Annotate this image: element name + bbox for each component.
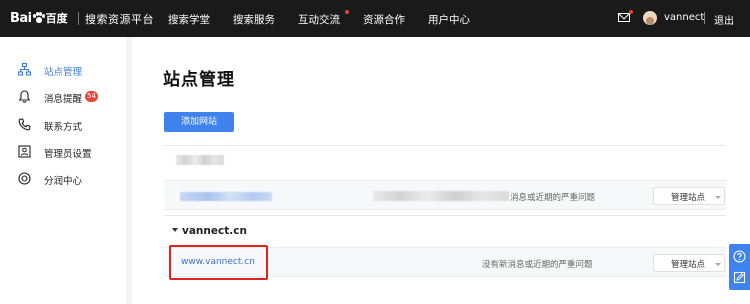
admin-icon (18, 145, 31, 158)
sidebar-item-label: 管理员设置 (44, 149, 92, 160)
manage-site-label: 管理站点 (671, 260, 706, 270)
sidebar-item-admin-settings[interactable]: 管理员设置 (0, 139, 126, 165)
manage-site-dropdown[interactable]: 管理站点 (653, 254, 725, 272)
highlight-annotation (169, 245, 268, 280)
nav-item-resource-cooperation[interactable]: 资源合作 (363, 12, 405, 27)
sidebar-item-label: 消息提醒 (44, 94, 83, 105)
app-title: 搜索资源平台 (85, 13, 154, 26)
feedback-edit-icon[interactable] (733, 271, 746, 284)
username[interactable]: vannect (664, 12, 704, 23)
site-message: 消息或近期的严重问题 (510, 193, 596, 203)
baidu-logo[interactable]: Bai 百度 (10, 9, 68, 27)
add-site-button[interactable]: 添加网站 (164, 112, 234, 132)
top-navbar: Bai 百度 搜索资源平台 搜索学堂 搜索服务 互动交流 资源合作 用户中心 v… (0, 0, 750, 37)
site-group-header[interactable]: vannect.cn (164, 215, 726, 245)
nav-item-search-school[interactable]: 搜索学堂 (168, 12, 210, 27)
sidebar-item-notifications[interactable]: 消息提醒 54 (0, 84, 126, 110)
avatar[interactable] (643, 11, 657, 25)
blurred-message (373, 191, 509, 201)
sidebar-item-label: 分润中心 (44, 176, 83, 187)
bell-icon (18, 90, 31, 103)
nav-item-search-service[interactable]: 搜索服务 (233, 12, 275, 27)
blurred-group-name (176, 155, 224, 165)
unread-badge: 54 (85, 91, 98, 102)
nav-item-interaction[interactable]: 互动交流 (298, 12, 340, 27)
caret-down-icon (172, 228, 178, 232)
sidebar-item-site-management[interactable]: 站点管理 (0, 57, 126, 83)
page-title: 站点管理 (163, 70, 235, 90)
sidebar-item-contact[interactable]: 联系方式 (0, 112, 126, 138)
logo-divider (78, 12, 79, 25)
sidebar-item-label: 站点管理 (44, 67, 83, 78)
sidebar-item-label: 联系方式 (44, 122, 83, 133)
floating-toolbar (729, 244, 750, 290)
chevron-down-icon (715, 196, 721, 199)
sitemap-icon (18, 63, 31, 76)
sidebar: 站点管理 消息提醒 54 联系方式 管理员设置 分润中心 (0, 37, 126, 304)
site-row: 消息或近期的严重问题 管理站点 (164, 180, 726, 210)
blurred-site-url (180, 192, 272, 201)
logo-text-du: 百度 (45, 12, 68, 25)
mail-notification-dot (629, 10, 633, 14)
site-group-header[interactable] (164, 145, 726, 175)
coin-icon (18, 172, 31, 185)
paw-icon (32, 12, 45, 24)
manage-site-label: 管理站点 (671, 193, 706, 203)
notification-dot (345, 10, 349, 14)
header-divider (704, 12, 705, 24)
site-message: 没有新消息或近期的严重问题 (482, 260, 593, 270)
logout-link[interactable]: 退出 (714, 12, 734, 27)
group-name: vannect.cn (182, 225, 247, 237)
phone-icon (18, 118, 31, 131)
mail-icon[interactable] (618, 13, 630, 22)
logo-text-bai: Bai (10, 10, 32, 26)
help-icon[interactable] (733, 250, 746, 263)
nav-item-user-center[interactable]: 用户中心 (428, 12, 470, 27)
sidebar-item-profit-center[interactable]: 分润中心 (0, 166, 126, 192)
manage-site-dropdown[interactable]: 管理站点 (653, 187, 725, 205)
chevron-down-icon (715, 263, 721, 266)
